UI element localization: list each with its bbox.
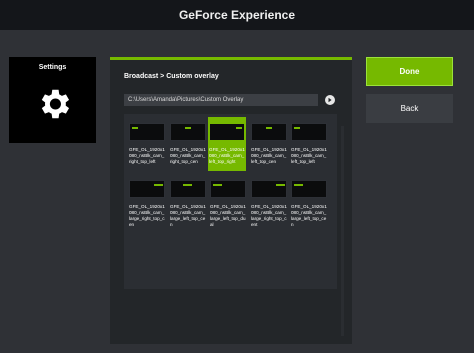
settings-card[interactable]: Settings [9,57,96,143]
overlay-caption: GFE_OL_1920x1080_nsBlk_cam_right_top_lef… [129,147,165,164]
overlay-caption: GFE_OL_1920x1080_nsBlk_cam_large_right_t… [251,204,287,227]
custom-overlay-panel: Broadcast > Custom overlay C:\Users\Aman… [110,57,352,344]
arrow-right-circle-icon [328,97,332,103]
overlay-caption: GFE_OL_1920x1080_nsBlk_cam_left_top_left [291,147,327,164]
done-button[interactable]: Done [366,57,453,86]
overlay-thumbnail[interactable]: GFE_OL_1920x1080_nsBlk_cam_large_right_t… [251,174,287,227]
overlay-thumbnail[interactable]: GFE_OL_1920x1080_nsBlk_cam_left_top_cen [251,117,287,167]
overlay-caption: GFE_OL_1920x1080_nsBlk_cam_large_right_t… [129,204,165,227]
overlay-preview-image [251,180,287,198]
overlay-preview-image [129,123,165,141]
overlay-thumbnail[interactable]: GFE_OL_1920x1080_nsBlk_cam_left_top_left [291,117,327,167]
overlay-caption: GFE_OL_1920x1080_nsBlk_cam_large_left_to… [210,204,246,227]
overlay-preview-image [209,123,245,141]
settings-label: Settings [38,64,67,71]
overlay-preview-image [210,180,246,198]
overlay-preview-image [291,180,327,198]
overlay-caption: GFE_OL_1920x1080_nsBlk_cam_large_left_to… [291,204,327,227]
window-title: GeForce Experience [0,0,474,30]
folder-path-field[interactable]: C:\Users\Amanda\Pictures\Custom Overlay [124,94,318,106]
overlay-thumbnail[interactable]: GFE_OL_1920x1080_nsBlk_cam_large_right_t… [129,174,165,227]
overlay-caption: GFE_OL_1920x1080_nsBlk_cam_left_top_righ… [209,147,245,164]
overlay-thumbnail[interactable]: GFE_OL_1920x1080_nsBlk_cam_right_top_cen [170,117,206,167]
gear-icon [41,89,70,119]
overlay-thumbnail[interactable]: GFE_OL_1920x1080_nsBlk_cam_right_top_lef… [129,117,165,167]
browse-folder-button[interactable] [325,95,335,105]
overlay-caption: GFE_OL_1920x1080_nsBlk_cam_right_top_cen [170,147,206,164]
overlay-preview-image [170,123,206,141]
panel-heading: Broadcast > Custom overlay [124,73,219,80]
overlay-thumbnail[interactable]: GFE_OL_1920x1080_nsBlk_cam_large_left_to… [291,174,327,227]
overlay-thumbnail-grid: GFE_OL_1920x1080_nsBlk_cam_right_top_lef… [124,114,337,289]
overlay-thumbnail[interactable]: GFE_OL_1920x1080_nsBlk_cam_large_left_to… [210,174,246,227]
overlay-preview-image [170,180,206,198]
overlay-thumbnail-selected[interactable]: GFE_OL_1920x1080_nsBlk_cam_left_top_righ… [208,117,246,171]
overlay-caption: GFE_OL_1920x1080_nsBlk_cam_left_top_cen [251,147,287,164]
overlay-preview-image [129,180,165,198]
back-button[interactable]: Back [366,94,453,123]
grid-scrollbar[interactable] [341,126,344,336]
overlay-caption: GFE_OL_1920x1080_nsBlk_cam_large_left_to… [170,204,206,227]
overlay-preview-image [251,123,287,141]
overlay-thumbnail[interactable]: GFE_OL_1920x1080_nsBlk_cam_large_left_to… [170,174,206,227]
overlay-preview-image [291,123,327,141]
